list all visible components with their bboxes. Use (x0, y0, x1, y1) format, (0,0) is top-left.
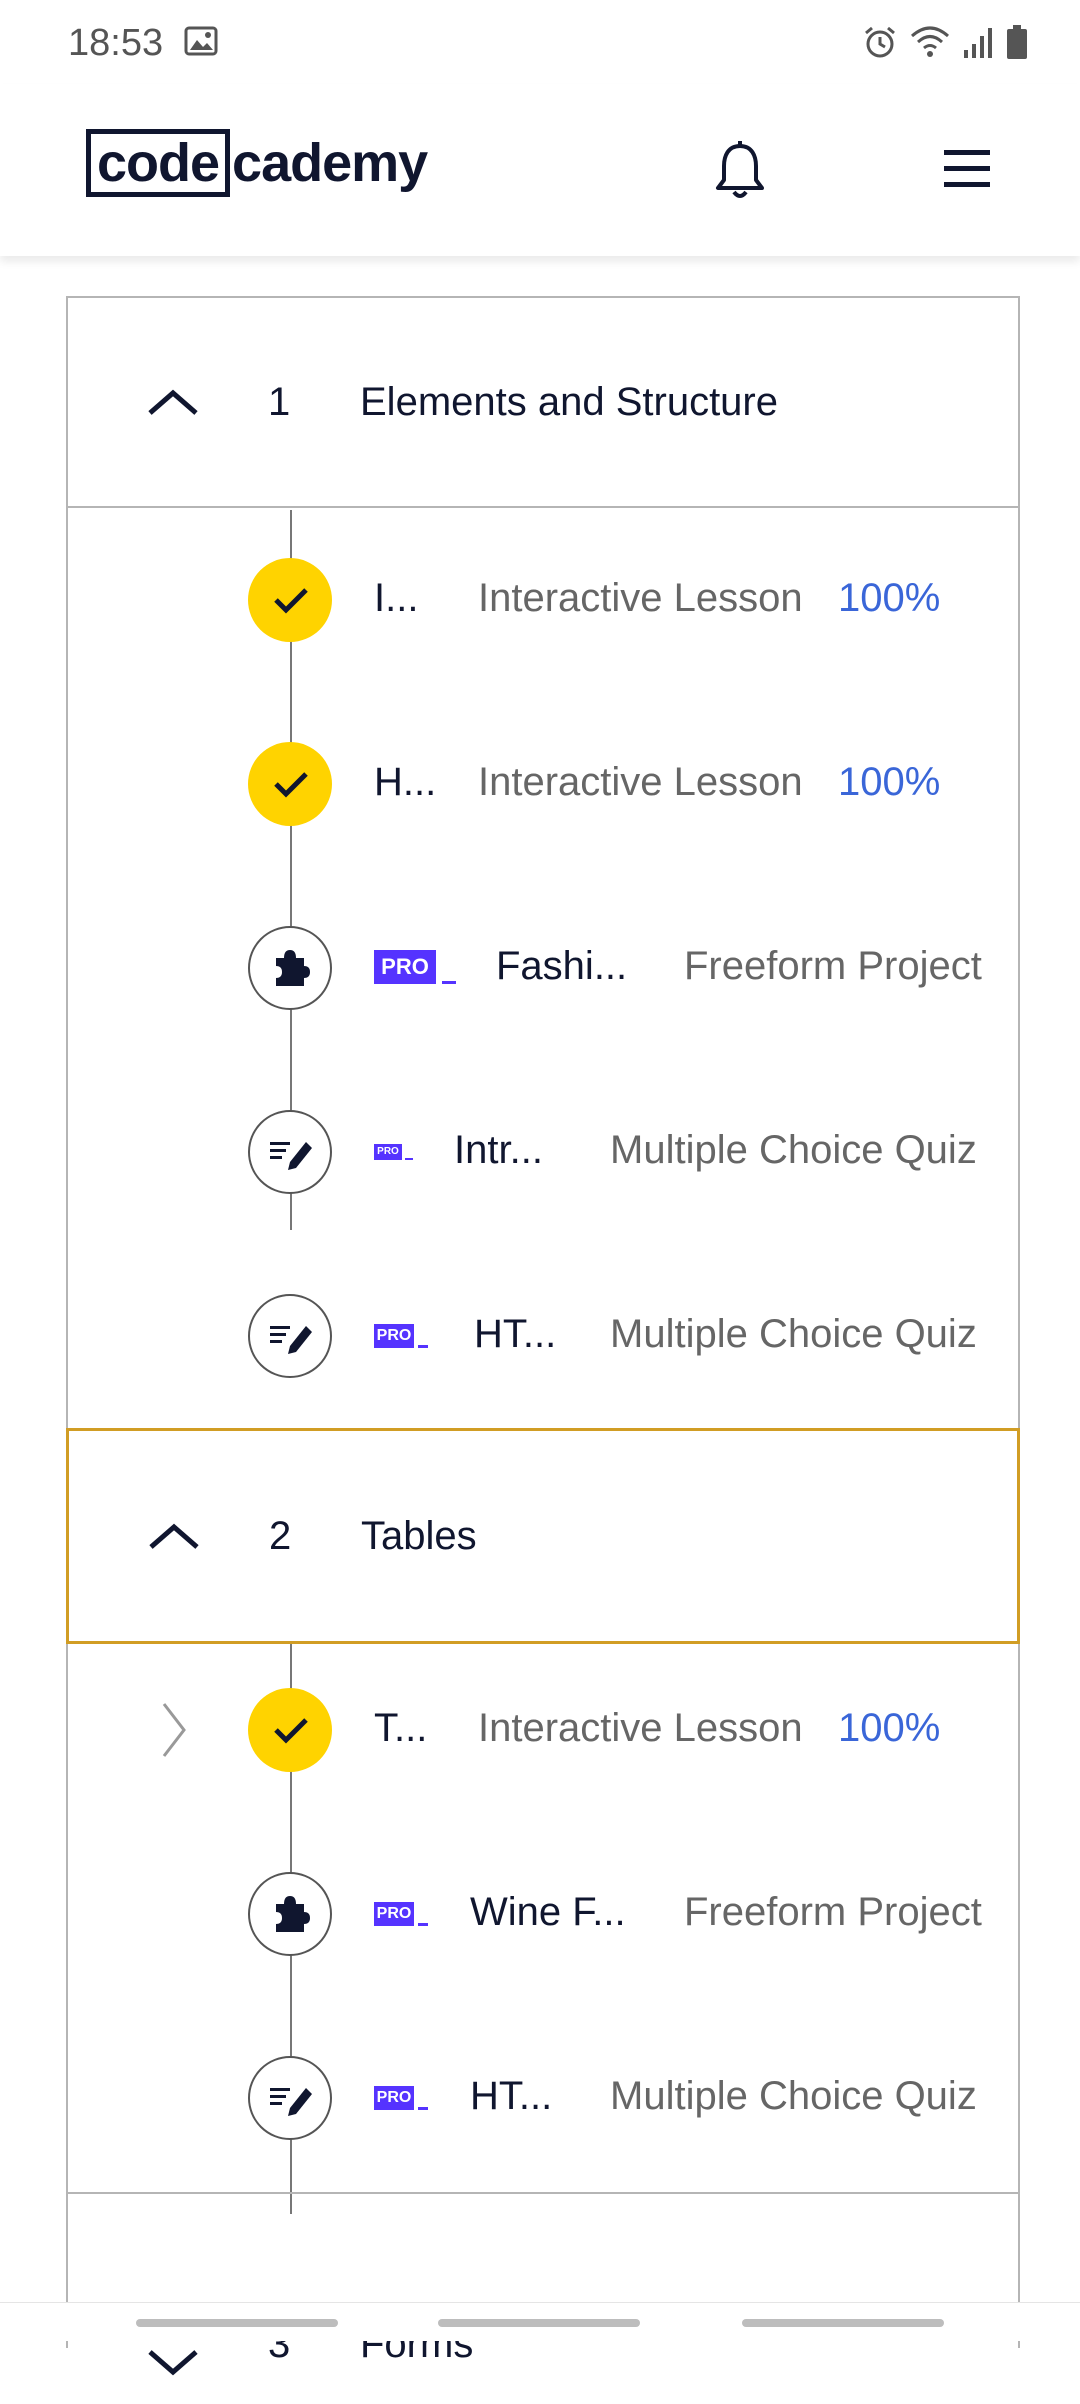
quiz-node (248, 1294, 332, 1378)
item-title: H... (374, 760, 437, 804)
item-title: HT... (474, 1312, 557, 1356)
pro-badge: PRO (374, 2086, 414, 2110)
battery-icon (1007, 25, 1027, 59)
nav-recents-handle[interactable] (742, 2319, 944, 2327)
item-title: Fashi... (496, 944, 628, 988)
item-type: Interactive Lesson (478, 760, 803, 804)
codecademy-logo[interactable]: code cademy (86, 128, 428, 198)
alarm-icon (865, 26, 895, 58)
item-type: Multiple Choice Quiz (610, 1128, 977, 1172)
item-type: Multiple Choice Quiz (610, 2074, 977, 2118)
list-item[interactable]: PRO Intr... Multiple Choice Quiz (68, 1092, 1018, 1212)
quiz-icon (270, 1326, 312, 1354)
pro-badge: PRO (374, 1144, 402, 1160)
module-number: 2 (269, 1513, 292, 1558)
list-item[interactable]: PRO HT... Multiple Choice Quiz (68, 1276, 1018, 1396)
project-node (248, 1872, 332, 1956)
pro-badge-underline (418, 2107, 428, 2110)
quiz-icon (270, 1142, 312, 1170)
pro-badge-underline (405, 1158, 413, 1160)
notifications-bell-icon[interactable] (712, 140, 768, 204)
puzzle-icon (276, 1896, 310, 1932)
completed-node (248, 558, 332, 642)
quiz-node (248, 2056, 332, 2140)
pro-badge-underline (418, 1345, 428, 1348)
check-icon (274, 772, 308, 798)
pro-badge-underline (442, 981, 456, 984)
chevron-up-icon (149, 1523, 199, 1549)
check-icon (274, 588, 308, 614)
item-progress: 100% (838, 760, 941, 804)
item-type: Freeform Project (684, 1890, 982, 1934)
item-type: Interactive Lesson (478, 576, 803, 620)
item-type: Interactive Lesson (478, 1706, 803, 1750)
module-header-2[interactable]: 2 Tables (66, 1428, 1020, 1644)
item-type: Multiple Choice Quiz (610, 1312, 977, 1356)
wifi-icon (911, 26, 949, 57)
status-time: 18:53 (68, 22, 164, 64)
signal-icon (964, 28, 992, 58)
module-number: 1 (268, 379, 291, 424)
check-icon (274, 1718, 308, 1744)
syllabus-list: 1 Elements and Structure I... Interactiv… (66, 296, 1020, 2376)
module-header-1[interactable]: 1 Elements and Structure (68, 298, 1018, 508)
logo-boxed-text: code (86, 129, 231, 197)
status-icons (862, 22, 1028, 62)
item-title: T... (374, 1706, 428, 1750)
list-item[interactable]: PRO Fashi... Freeform Project (68, 908, 1018, 1028)
item-title: Intr... (454, 1128, 543, 1172)
chevron-down-icon (148, 2350, 198, 2376)
list-item[interactable]: PRO HT... Multiple Choice Quiz (68, 2038, 1018, 2158)
module-title: Tables (361, 1513, 477, 1558)
pro-badge-underline (418, 1923, 428, 1926)
pro-badge: PRO (374, 1902, 414, 1926)
completed-node (248, 1688, 332, 1772)
list-item[interactable]: I... Interactive Lesson 100% (68, 540, 1018, 660)
item-progress: 100% (838, 576, 941, 620)
list-item[interactable]: PRO Wine F... Freeform Project (68, 1854, 1018, 1974)
puzzle-icon (276, 950, 310, 986)
list-item[interactable]: T... Interactive Lesson 100% (68, 1670, 1018, 1790)
list-item[interactable]: H... Interactive Lesson 100% (68, 724, 1018, 844)
module-header-3[interactable]: 3 Forms (68, 2194, 1018, 2404)
item-type: Freeform Project (684, 944, 982, 988)
module-title: Elements and Structure (360, 379, 778, 424)
item-title: I... (374, 576, 419, 620)
item-progress: 100% (838, 1706, 941, 1750)
status-bar: 18:53 (0, 0, 1080, 84)
item-title: HT... (470, 2074, 553, 2118)
chevron-up-icon (148, 389, 198, 415)
logo-text: cademy (232, 133, 428, 193)
quiz-icon (270, 2088, 312, 2116)
nav-home-handle[interactable] (438, 2319, 640, 2327)
nav-back-handle[interactable] (136, 2319, 338, 2327)
pro-badge: PRO (374, 1324, 414, 1348)
pro-badge: PRO (374, 950, 436, 984)
system-navigation-bar (0, 2302, 1080, 2341)
project-node (248, 926, 332, 1010)
completed-node (248, 742, 332, 826)
hamburger-menu-icon[interactable] (944, 148, 990, 188)
chevron-right-icon[interactable] (160, 1702, 190, 1758)
quiz-node (248, 1110, 332, 1194)
app-header: code cademy (0, 84, 1080, 256)
item-title: Wine F... (470, 1890, 626, 1934)
image-notification-icon (184, 26, 218, 56)
